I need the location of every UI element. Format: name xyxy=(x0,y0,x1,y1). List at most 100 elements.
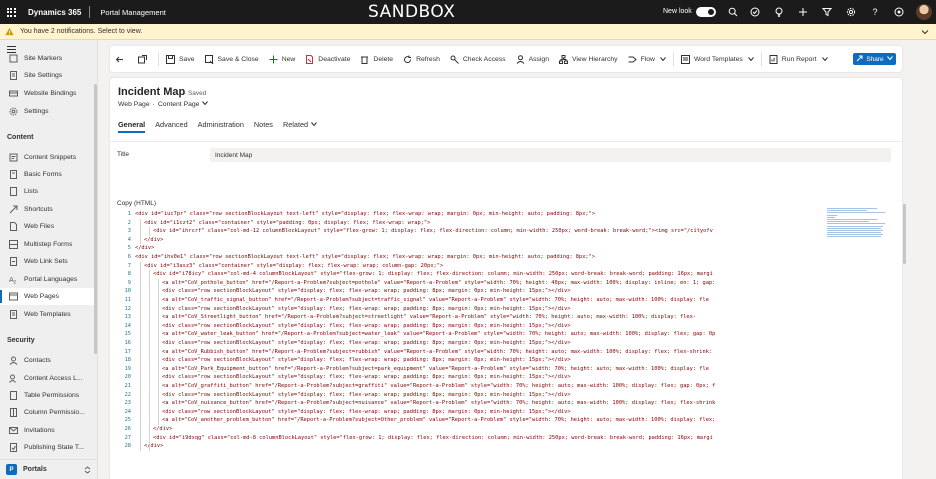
webpage-icon xyxy=(8,292,18,302)
code-line[interactable]: 3 <div id="ihrcrf" class="col-md-12 colum… xyxy=(117,227,822,236)
notification-bar[interactable]: You have 2 notifications. Select to view… xyxy=(0,24,936,40)
tasks-icon[interactable] xyxy=(749,6,761,18)
form-selector[interactable]: Content Page xyxy=(158,101,200,108)
save-close-button[interactable]: Save & Close xyxy=(200,46,264,72)
code-line[interactable]: 21 <a alt="CoV_graffiti_button" href="/Re… xyxy=(117,382,822,391)
lightbulb-idea-icon[interactable] xyxy=(773,6,785,18)
sidebar-item-contacts[interactable]: Contacts xyxy=(0,352,97,369)
code-line[interactable]: 12 <div class="row sectionBlockLayout" st… xyxy=(117,305,822,314)
filter-icon[interactable] xyxy=(821,6,833,18)
refresh-button[interactable]: Refresh xyxy=(398,46,445,72)
brand-name[interactable]: Dynamics 365 xyxy=(22,8,89,17)
code-line[interactable]: 20 <div class="row sectionBlockLayout" st… xyxy=(117,373,822,382)
sidebar-item-invitations[interactable]: Invitations xyxy=(0,422,97,439)
code-line[interactable]: 27 <div id="i9dxqg" class="col-md-8 colum… xyxy=(117,434,822,443)
new-look-toggle[interactable] xyxy=(696,7,716,17)
code-line[interactable]: 13 <a alt="CoV_Streetlight_button" href="… xyxy=(117,313,822,322)
editor-scrollbar[interactable] xyxy=(903,204,906,264)
code-text: <div id="iuc7pr" class="row sectionBlock… xyxy=(135,211,596,217)
add-icon[interactable] xyxy=(797,6,809,18)
code-line[interactable]: 19 <a alt="CoV_Park_Equipment_button" hre… xyxy=(117,365,822,374)
area-switcher[interactable]: P Portals xyxy=(0,459,97,479)
sidebar-item-web-pages[interactable]: Web Pages xyxy=(0,288,97,305)
user-avatar[interactable] xyxy=(916,4,932,20)
code-line[interactable]: 14 <div class="row sectionBlockLayout" st… xyxy=(117,322,822,331)
code-line[interactable]: 8 <div id="i78icy" class="col-md-4 column… xyxy=(117,270,822,279)
line-number: 14 xyxy=(124,322,131,329)
code-line[interactable]: 26 </div> xyxy=(117,425,822,434)
code-line[interactable]: 17 <a alt="CoV_Rubbish_button" href="/Rep… xyxy=(117,348,822,357)
settings-icon[interactable] xyxy=(845,6,857,18)
code-line[interactable]: 2 <div id="i1czt2" class="container" styl… xyxy=(117,219,822,228)
back-button[interactable] xyxy=(110,46,133,72)
app-name[interactable]: Portal Management xyxy=(90,8,165,17)
code-line[interactable]: 16 <div class="row sectionBlockLayout" st… xyxy=(117,339,822,348)
share-button[interactable]: Share xyxy=(853,53,896,65)
sidebar-item-content-snippets[interactable]: Content Snippets xyxy=(0,149,97,166)
editor-minimap[interactable] xyxy=(827,208,887,244)
code-text: <div class="row sectionBlockLayout" styl… xyxy=(162,391,571,398)
code-line[interactable]: 15 <a alt="CoV_water_leak_button" href="/… xyxy=(117,330,822,339)
code-line[interactable]: 28 </div> xyxy=(117,442,822,451)
tab-notes[interactable]: Notes xyxy=(254,120,273,133)
tab-administration[interactable]: Administration xyxy=(198,120,244,133)
deactivate-button[interactable]: Deactivate xyxy=(300,46,355,72)
new-button[interactable]: New xyxy=(264,46,301,72)
assign-button[interactable]: Assign xyxy=(511,46,554,72)
code-line[interactable]: 25 <a alt="CoV_another_problem_button" hr… xyxy=(117,416,822,425)
chevron-down-icon[interactable] xyxy=(202,100,209,108)
sidebar-scrollbar[interactable] xyxy=(94,84,97,354)
sidebar-item-settings[interactable]: Settings xyxy=(0,103,97,120)
sidebar-item-basic-forms[interactable]: Basic Forms xyxy=(0,166,97,183)
code-line[interactable]: 11 <a alt="CoV_traffic_signal_button" hre… xyxy=(117,296,822,305)
code-line[interactable]: 1 <div id="iuc7pr" class="row sectionBloc… xyxy=(117,210,822,219)
run-report-button[interactable]: Run Report xyxy=(764,46,833,72)
app-launcher-button[interactable] xyxy=(0,0,22,24)
code-line[interactable]: 18 <div class="row sectionBlockLayout" st… xyxy=(117,356,822,365)
save-button[interactable]: Save xyxy=(161,46,200,72)
view-hierarchy-button[interactable]: View Hierarchy xyxy=(554,46,623,72)
sidebar-item-web-files[interactable]: Web Files xyxy=(0,218,97,235)
delete-button[interactable]: Delete xyxy=(355,46,398,72)
html-code-editor[interactable]: 1 <div id="iuc7pr" class="row sectionBloc… xyxy=(117,208,888,479)
sidebar-item-table-permissions[interactable]: Table Permissions xyxy=(0,387,97,404)
code-line[interactable]: 22 <div class="row sectionBlockLayout" st… xyxy=(117,391,822,400)
sidebar-item-site-settings[interactable]: Site Settings xyxy=(0,67,97,84)
sidebar-item-lists[interactable]: Lists xyxy=(0,183,97,200)
help-icon[interactable]: ? xyxy=(869,6,881,18)
sidebar-item-publishing-state-transitions[interactable]: Publishing State T... xyxy=(0,439,97,456)
code-line[interactable]: 24 <div class="row sectionBlockLayout" st… xyxy=(117,408,822,417)
flow-button[interactable]: Flow xyxy=(623,46,671,72)
code-line[interactable]: 23 <a alt="CoV_nuisance_button" href="/Re… xyxy=(117,399,822,408)
open-in-new-window-button[interactable] xyxy=(133,46,156,72)
code-line[interactable]: 6 <div id="ihv0e1" class="row sectionBloc… xyxy=(117,253,822,262)
sidebar-item-website-bindings[interactable]: Website Bindings xyxy=(0,85,97,102)
sidebar-item-multistep-forms[interactable]: Multistep Forms xyxy=(0,236,97,253)
line-number: 10 xyxy=(124,288,131,295)
code-line[interactable]: 7 <div id="i3asz3" class="container" styl… xyxy=(117,262,822,271)
sidebar-item-column-permissions[interactable]: Column Permissio... xyxy=(0,404,97,421)
code-line[interactable]: 9 <a alt="CoV_pothole_button" href="/Repo… xyxy=(117,279,822,288)
copilot-icon[interactable] xyxy=(893,6,905,18)
tab-related[interactable]: Related xyxy=(283,120,317,133)
search-icon[interactable] xyxy=(727,6,739,18)
tab-general[interactable]: General xyxy=(118,120,146,133)
code-line[interactable]: 4 </div> xyxy=(117,236,822,245)
sidebar-item-content-access-levels[interactable]: Content Access L... xyxy=(0,370,97,387)
code-line[interactable]: 5 </div> xyxy=(117,244,822,253)
sidebar-item-portal-languages[interactable]: Az Portal Languages xyxy=(0,271,97,288)
word-templates-button[interactable]: Word Templates xyxy=(676,46,759,72)
sidebar-item-web-templates[interactable]: Web Templates xyxy=(0,306,97,323)
tab-advanced[interactable]: Advanced xyxy=(155,120,187,133)
indent-guide xyxy=(139,261,141,451)
chevron-down-icon[interactable] xyxy=(920,27,930,37)
title-field[interactable]: Incident Map xyxy=(210,148,891,162)
tab-label: Advanced xyxy=(155,120,188,129)
sidebar-item-web-link-sets[interactable]: Web Link Sets xyxy=(0,253,97,270)
check-access-button[interactable]: Check Access xyxy=(445,46,511,72)
sidebar-item-site-markers[interactable]: Site Markers xyxy=(0,53,97,63)
sidebar-item-shortcuts[interactable]: Shortcuts xyxy=(0,201,97,218)
command-bar: Save Save & Close New Deactivate Delete … xyxy=(110,46,902,72)
code-line[interactable]: 10 <div class="row sectionBlockLayout" st… xyxy=(117,287,822,296)
share-icon xyxy=(856,55,863,64)
